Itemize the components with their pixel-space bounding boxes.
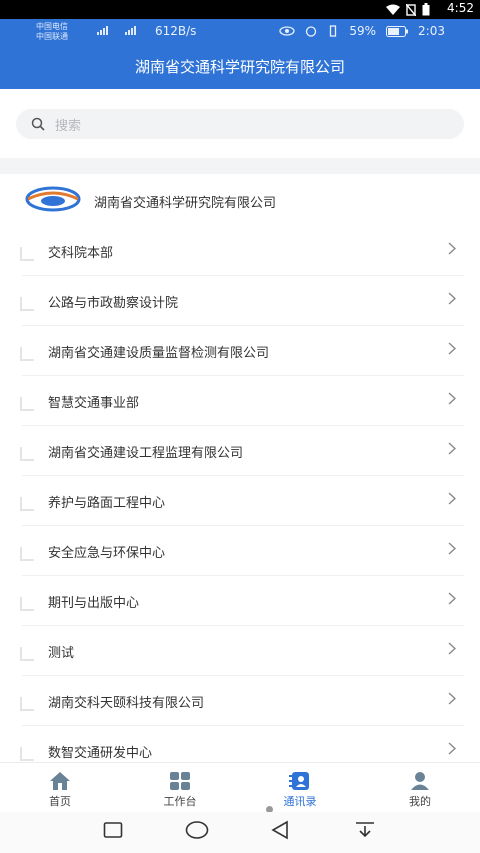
list-item[interactable]: 智慧交通事业部 xyxy=(0,376,480,426)
search-input[interactable]: 搜索 xyxy=(16,109,464,139)
list-item[interactable]: 交科院本部 xyxy=(0,226,480,276)
battery-level-icon xyxy=(386,25,409,37)
wifi-icon xyxy=(386,4,400,15)
department-label: 安全应急与环保中心 xyxy=(48,546,166,561)
organization-header[interactable]: 湖南省交通科学研究院有限公司 xyxy=(0,174,480,226)
chevron-right-icon xyxy=(448,392,456,405)
embedded-status-bar: 中国电信 中国联通 612B/s 59% 2:03 xyxy=(0,19,480,45)
tab-label: 我的 xyxy=(409,795,431,808)
eye-icon xyxy=(279,26,296,36)
clock: 2:03 xyxy=(418,24,445,38)
department-label: 交科院本部 xyxy=(48,246,114,261)
chevron-right-icon xyxy=(448,292,456,305)
section-divider xyxy=(0,158,480,174)
back-button-icon[interactable] xyxy=(270,820,290,840)
list-item[interactable]: 期刊与出版中心 xyxy=(0,576,480,626)
home-icon xyxy=(50,772,70,790)
list-item[interactable]: 湖南省交通建设工程监理有限公司 xyxy=(0,426,480,476)
tree-branch-icon xyxy=(20,747,34,761)
profile-icon xyxy=(411,772,429,790)
department-label: 智慧交通事业部 xyxy=(48,396,140,411)
chevron-right-icon xyxy=(448,642,456,655)
list-item[interactable]: 养护与路面工程中心 xyxy=(0,476,480,526)
tab-profile[interactable]: 我的 xyxy=(360,763,480,813)
page-title: 湖南省交通科学研究院有限公司 xyxy=(134,58,345,76)
alarm-icon xyxy=(306,26,317,37)
system-time: 4:52 xyxy=(447,1,474,15)
home-button-icon[interactable] xyxy=(185,820,209,840)
chevron-right-icon xyxy=(448,492,456,505)
list-item[interactable]: 安全应急与环保中心 xyxy=(0,526,480,576)
tree-branch-icon xyxy=(20,497,34,511)
chevron-right-icon xyxy=(448,692,456,705)
organization-name: 湖南省交通科学研究院有限公司 xyxy=(94,196,277,211)
carrier-labels: 中国电信 中国联通 xyxy=(36,22,68,42)
chevron-right-icon xyxy=(448,242,456,255)
app-header: 中国电信 中国联通 612B/s 59% 2:03 湖南省交通科学研究院有限公司 xyxy=(0,19,480,89)
vibrate-icon xyxy=(330,25,337,37)
department-label: 公路与市政勘察设计院 xyxy=(48,296,179,311)
department-label: 测试 xyxy=(48,646,75,661)
search-icon xyxy=(31,117,45,131)
tree-branch-icon xyxy=(20,647,34,661)
embedded-status-right: 59% 2:03 xyxy=(279,24,445,38)
chevron-right-icon xyxy=(448,542,456,555)
tree-branch-icon xyxy=(20,397,34,411)
battery-icon xyxy=(422,3,430,16)
system-icons xyxy=(386,3,430,16)
tab-label: 首页 xyxy=(49,795,71,808)
department-label: 湖南省交通建设工程监理有限公司 xyxy=(48,446,244,461)
tab-home[interactable]: 首页 xyxy=(0,763,120,813)
chevron-right-icon xyxy=(448,442,456,455)
search-placeholder: 搜索 xyxy=(55,119,82,134)
tree-branch-icon xyxy=(20,547,34,561)
list-item[interactable]: 测试 xyxy=(0,626,480,676)
tab-label: 通讯录 xyxy=(283,795,317,808)
contacts-icon xyxy=(289,772,309,790)
system-navigation-bar xyxy=(0,812,480,853)
carrier-2: 中国联通 xyxy=(36,32,68,41)
battery-percent: 59% xyxy=(349,24,377,38)
chevron-right-icon xyxy=(448,742,456,755)
tree-branch-icon xyxy=(20,247,34,261)
notification-pull-icon[interactable] xyxy=(355,820,375,840)
department-label: 数智交通研发中心 xyxy=(48,746,153,761)
tree-branch-icon xyxy=(20,347,34,361)
department-label: 期刊与出版中心 xyxy=(48,596,140,611)
no-sim-icon xyxy=(406,3,416,16)
carrier-1: 中国电信 xyxy=(36,22,68,31)
chevron-right-icon xyxy=(448,592,456,605)
tree-branch-icon xyxy=(20,597,34,611)
department-list: 交科院本部 公路与市政勘察设计院 湖南省交通建设质量监督检测有限公司 智慧交通事… xyxy=(0,226,480,776)
tab-workbench[interactable]: 工作台 xyxy=(120,763,240,813)
grid-icon xyxy=(170,772,190,790)
company-logo-icon xyxy=(25,186,81,212)
tree-branch-icon xyxy=(20,297,34,311)
recents-button-icon[interactable] xyxy=(103,820,123,840)
list-item[interactable]: 公路与市政勘察设计院 xyxy=(0,276,480,326)
signal-icon xyxy=(93,25,149,39)
tab-label: 工作台 xyxy=(163,795,197,808)
list-item[interactable]: 湖南交科天颐科技有限公司 xyxy=(0,676,480,726)
system-status-bar: 4:52 xyxy=(0,0,480,19)
tab-contacts[interactable]: 通讯录 xyxy=(240,763,360,813)
chevron-right-icon xyxy=(448,342,456,355)
tree-branch-icon xyxy=(20,697,34,711)
bottom-tab-bar: 首页 工作台 通讯录 我的 xyxy=(0,762,480,813)
department-label: 湖南交科天颐科技有限公司 xyxy=(48,696,205,711)
tree-branch-icon xyxy=(20,447,34,461)
list-item[interactable]: 湖南省交通建设质量监督检测有限公司 xyxy=(0,326,480,376)
department-label: 养护与路面工程中心 xyxy=(48,496,166,511)
department-label: 湖南省交通建设质量监督检测有限公司 xyxy=(48,346,270,361)
network-speed: 612B/s xyxy=(155,24,197,38)
